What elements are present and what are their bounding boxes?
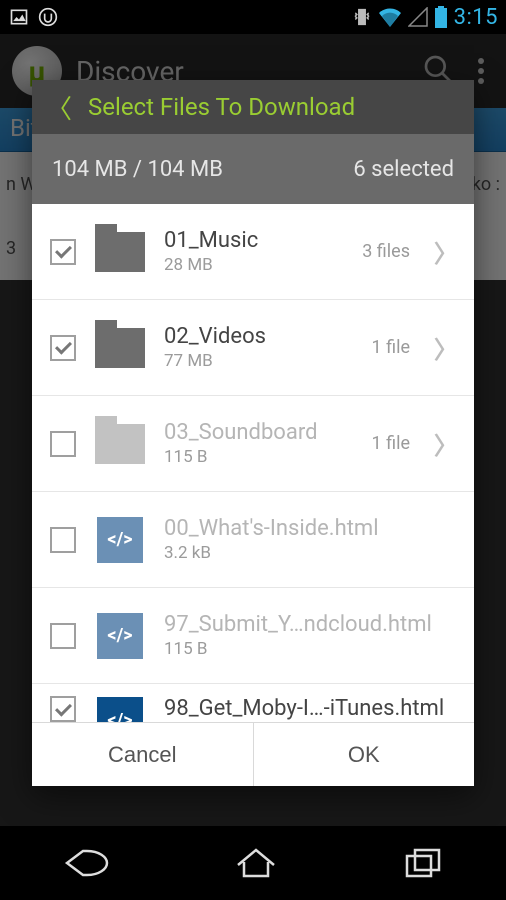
image-icon (8, 7, 30, 27)
folder-icon (95, 424, 145, 464)
vibrate-icon (352, 7, 372, 27)
list-item[interactable]: </> 00_What's-Inside.html3.2 kB (32, 492, 474, 588)
checkbox[interactable] (50, 239, 76, 265)
item-meta: 01_Music28 MB (164, 228, 344, 275)
list-item[interactable]: </> 97_Submit_Y…ndcloud.html115 B (32, 588, 474, 684)
item-name: 97_Submit_Y…ndcloud.html (164, 612, 458, 637)
item-size: 3.2 kB (164, 543, 458, 563)
home-icon[interactable] (234, 845, 278, 881)
ok-button[interactable]: OK (254, 723, 475, 786)
item-name: 98_Get_Moby-I…-iTunes.html (164, 696, 458, 721)
item-size: 115 B (164, 447, 354, 467)
item-file-count: 3 files (362, 241, 410, 262)
item-icon: </> (94, 696, 146, 722)
item-name: 02_Videos (164, 324, 354, 349)
item-file-count: 1 file (372, 433, 410, 454)
checkbox[interactable] (50, 623, 76, 649)
item-name: 03_Soundboard (164, 420, 354, 445)
item-meta: 02_Videos77 MB (164, 324, 354, 371)
list-item[interactable]: 03_Soundboard115 B 1 file 〉 (32, 396, 474, 492)
cell-signal-icon (408, 7, 428, 27)
item-icon: </> (94, 516, 146, 564)
code-file-icon: </> (97, 613, 143, 659)
android-nav-bar (0, 826, 506, 900)
file-list[interactable]: 01_Music28 MB 3 files 〉 02_Videos77 MB 1 fil… (32, 204, 474, 722)
status-clock: 3:15 (454, 5, 498, 30)
item-icon (94, 324, 146, 372)
dialog-title-bar: 〈 Select Files To Download (32, 80, 474, 134)
dialog-button-bar: Cancel OK (32, 722, 474, 786)
utorrent-status-icon (38, 7, 58, 27)
wifi-icon (378, 7, 402, 27)
item-size: 28 MB (164, 255, 344, 275)
code-file-icon: </> (97, 697, 143, 722)
dialog-title: Select Files To Download (88, 93, 355, 121)
folder-icon (95, 328, 145, 368)
select-files-dialog: 〈 Select Files To Download 104 MB / 104 … (32, 80, 474, 786)
selected-count: 6 selected (353, 157, 454, 182)
checkbox[interactable] (50, 335, 76, 361)
status-bar: 3:15 (0, 0, 506, 34)
checkbox[interactable] (50, 431, 76, 457)
item-size: 77 MB (164, 351, 354, 371)
list-item[interactable]: </> 98_Get_Moby-I…-iTunes.html (32, 684, 474, 722)
dialog-summary-bar: 104 MB / 104 MB 6 selected (32, 134, 474, 204)
item-icon (94, 228, 146, 276)
back-chevron-icon[interactable]: 〈 (46, 89, 72, 126)
chevron-right-icon[interactable]: 〉 (434, 234, 458, 269)
item-size: 115 B (164, 639, 458, 659)
item-meta: 97_Submit_Y…ndcloud.html115 B (164, 612, 458, 659)
list-item[interactable]: 01_Music28 MB 3 files 〉 (32, 204, 474, 300)
checkbox[interactable] (50, 527, 76, 553)
item-meta: 00_What's-Inside.html3.2 kB (164, 516, 458, 563)
list-item[interactable]: 02_Videos77 MB 1 file 〉 (32, 300, 474, 396)
item-meta: 98_Get_Moby-I…-iTunes.html (164, 696, 458, 721)
item-icon (94, 420, 146, 468)
item-name: 01_Music (164, 228, 344, 253)
selected-size: 104 MB / 104 MB (52, 157, 223, 182)
item-file-count: 1 file (372, 337, 410, 358)
item-meta: 03_Soundboard115 B (164, 420, 354, 467)
recents-icon[interactable] (401, 845, 445, 881)
code-file-icon: </> (97, 517, 143, 563)
checkbox[interactable] (50, 696, 76, 722)
chevron-right-icon[interactable]: 〉 (434, 426, 458, 461)
cancel-button[interactable]: Cancel (32, 723, 254, 786)
chevron-right-icon[interactable]: 〉 (434, 330, 458, 365)
battery-icon (434, 6, 448, 28)
folder-icon (95, 232, 145, 272)
item-name: 00_What's-Inside.html (164, 516, 458, 541)
item-icon: </> (94, 612, 146, 660)
back-icon[interactable] (61, 845, 111, 881)
